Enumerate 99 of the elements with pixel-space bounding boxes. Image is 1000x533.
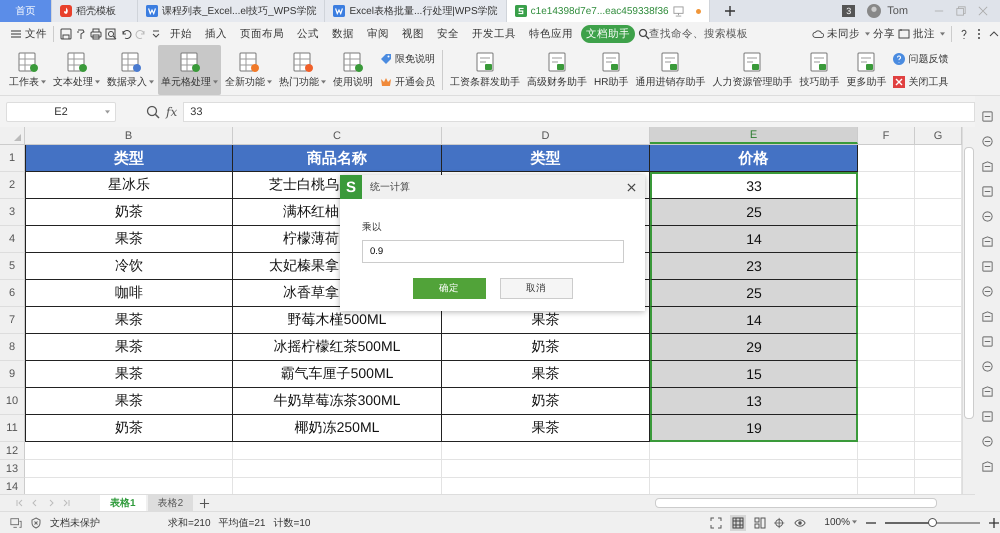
- menu-tab[interactable]: 插入: [200, 24, 232, 42]
- function-label[interactable]: fx: [166, 104, 178, 118]
- row-header[interactable]: 4: [0, 226, 25, 253]
- menu-tab[interactable]: 安全: [432, 24, 464, 42]
- table-cell: 牛奶草莓冻茶300ML: [233, 388, 442, 415]
- menu-tab[interactable]: 开发工具: [467, 24, 521, 42]
- table-cell: 星冰乐: [25, 172, 233, 199]
- menu-tab[interactable]: 公式: [292, 24, 324, 42]
- table-cell: 果茶: [25, 334, 233, 361]
- ribbon-link[interactable]: 限免说明: [377, 52, 438, 66]
- row-header[interactable]: 9: [0, 361, 25, 388]
- row-header[interactable]: 6: [0, 280, 25, 307]
- count-value: 计数=10: [274, 516, 310, 530]
- ribbon-button[interactable]: 单元格处理: [158, 45, 221, 95]
- table-cell: 果茶: [25, 307, 233, 334]
- row-header[interactable]: 12: [0, 442, 25, 460]
- ribbon-button[interactable]: 全新功能: [222, 45, 275, 95]
- table-cell: 33: [650, 172, 858, 199]
- share-button[interactable]: 分享: [873, 26, 895, 40]
- row-header[interactable]: 11: [0, 415, 25, 442]
- row-header[interactable]: 14: [0, 478, 25, 494]
- table-cell: 29: [650, 334, 858, 361]
- ribbon-link[interactable]: 关闭工具: [890, 74, 952, 88]
- assistant-button[interactable]: 技巧助手: [796, 45, 842, 95]
- sheet-tab[interactable]: 表格2: [148, 495, 194, 511]
- document-tab[interactable]: 稻壳模板: [52, 0, 138, 22]
- ribbon-link[interactable]: 开通会员: [377, 74, 438, 88]
- row-header[interactable]: 2: [0, 172, 25, 199]
- multiplier-field[interactable]: 0.9: [362, 240, 624, 263]
- assistant-button[interactable]: 工资条群发助手: [447, 45, 523, 95]
- column-header[interactable]: F: [858, 127, 915, 144]
- document-tab[interactable]: c1e14398d7e7...eac459338f36: [506, 0, 710, 22]
- protection-status[interactable]: 文档未保护: [50, 516, 100, 530]
- menu-tab[interactable]: 页面布局: [235, 24, 289, 42]
- row-header[interactable]: 5: [0, 253, 25, 280]
- table-cell: 25: [650, 280, 858, 307]
- row-header[interactable]: 10: [0, 388, 25, 415]
- row-header[interactable]: 8: [0, 334, 25, 361]
- menu-tab[interactable]: 特色应用: [524, 24, 578, 42]
- table-cell: 霸气车厘子500ML: [233, 361, 442, 388]
- table-header-cell: 价格: [650, 145, 858, 172]
- table-cell: 奶茶: [25, 415, 233, 442]
- row-header[interactable]: 7: [0, 307, 25, 334]
- file-menu[interactable]: 文件: [25, 26, 47, 40]
- table-cell: 果茶: [25, 388, 233, 415]
- name-box[interactable]: E2: [6, 102, 116, 122]
- ribbon-link[interactable]: 问题反馈: [890, 52, 952, 66]
- ribbon-button[interactable]: 使用说明: [330, 45, 376, 95]
- table-header-cell: 类型: [25, 145, 233, 172]
- table-cell: 咖啡: [25, 280, 233, 307]
- table-cell: 13: [650, 388, 858, 415]
- menu-tab[interactable]: 开始: [165, 24, 197, 42]
- assistant-button[interactable]: 通用进销存助手: [632, 45, 708, 95]
- comment-button[interactable]: 批注: [913, 26, 935, 40]
- row-header[interactable]: 3: [0, 199, 25, 226]
- table-cell: 19: [650, 415, 858, 442]
- table-cell: 冷饮: [25, 253, 233, 280]
- app-logo: S: [340, 175, 362, 199]
- assistant-button[interactable]: 更多助手: [843, 45, 890, 95]
- assistant-button[interactable]: 人力资源管理助手: [709, 45, 796, 95]
- row-header[interactable]: 13: [0, 460, 25, 478]
- menu-tab[interactable]: 审阅: [362, 24, 394, 42]
- zoom-level[interactable]: 100%: [824, 517, 857, 528]
- menu-tab[interactable]: 视图: [397, 24, 429, 42]
- table-cell: 奶茶: [25, 199, 233, 226]
- document-tab[interactable]: Excel表格批量...行处理|WPS学院: [325, 0, 507, 22]
- formula-field[interactable]: 33: [183, 102, 975, 122]
- average-value: 平均值=21: [218, 516, 266, 530]
- row-header[interactable]: 1: [0, 145, 25, 172]
- table-cell: 25: [650, 199, 858, 226]
- ribbon-button[interactable]: 文本处理: [50, 45, 103, 95]
- sync-status[interactable]: 未同步: [827, 26, 860, 40]
- table-cell: 果茶: [25, 226, 233, 253]
- menu-tab[interactable]: 数据: [327, 24, 359, 42]
- table-cell: 23: [650, 253, 858, 280]
- document-tab[interactable]: 课程列表_Excel...el技巧_WPS学院: [138, 0, 326, 22]
- window-count-badge[interactable]: 3: [842, 5, 856, 17]
- assistant-button[interactable]: HR助手: [591, 45, 632, 95]
- command-search[interactable]: 查找命令、搜索模板: [649, 26, 748, 40]
- column-header[interactable]: C: [233, 127, 442, 144]
- ribbon-button[interactable]: 工作表: [6, 45, 49, 95]
- table-cell: 14: [650, 307, 858, 334]
- user-name[interactable]: Tom: [887, 5, 908, 17]
- table-header-cell: 商品名称: [233, 145, 442, 172]
- sum-value: 求和=210: [168, 516, 211, 530]
- table-cell: 14: [650, 226, 858, 253]
- table-cell: 果茶: [25, 361, 233, 388]
- table-header-cell: 类型: [442, 145, 650, 172]
- ribbon-button[interactable]: 数据录入: [104, 45, 157, 95]
- sheet-tab[interactable]: 表格1: [100, 495, 146, 511]
- cancel-button[interactable]: 取消: [500, 278, 572, 299]
- table-cell: 果茶: [442, 415, 650, 442]
- table-cell: 冰摇柠檬红茶500ML: [233, 334, 442, 361]
- table-cell: 椰奶冻250ML: [233, 415, 442, 442]
- ribbon-button[interactable]: 热门功能: [276, 45, 329, 95]
- assistant-button[interactable]: 高级财务助手: [524, 45, 590, 95]
- table-cell: 15: [650, 361, 858, 388]
- column-header[interactable]: B: [25, 127, 233, 144]
- dialog-title: 统一计算: [370, 180, 411, 194]
